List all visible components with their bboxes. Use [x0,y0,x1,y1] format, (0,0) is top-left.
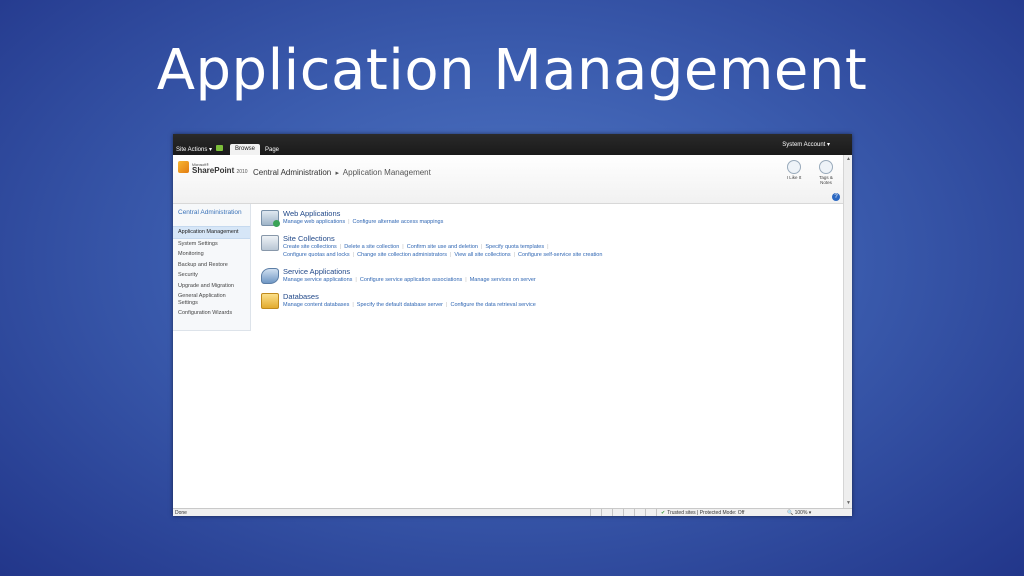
nav-upgrade-and-migration[interactable]: Upgrade and Migration [173,281,250,292]
link-divider: | [355,277,357,283]
section-web-applications: Web Applications Manage web applications… [259,208,839,233]
main-content: Web Applications Manage web applications… [259,208,839,316]
section-links: Manage service applications | Configure se… [283,276,536,284]
security-zone[interactable]: ✔ Trusted sites | Protected Mode: Off [661,510,744,516]
quick-launch: Central Administration Application Manag… [173,204,251,331]
link-create-site-collections[interactable]: Create site collections [283,244,337,250]
page-header: Microsoft® SharePoint 2010 Central Admin… [173,155,843,204]
link-divider: | [449,252,452,258]
section-title[interactable]: Web Applications [283,209,340,218]
nav-configuration-wizards[interactable]: Configuration Wizards [173,308,250,319]
section-databases: Databases Manage content databases | Speci… [259,291,839,316]
zoom-level: 100% [794,510,808,516]
logo-version: 2010 [236,169,248,175]
logo-product-name: SharePoint [192,166,235,175]
security-zone-label: Trusted sites | Protected Mode: Off [667,510,745,516]
nav-security[interactable]: Security [173,270,250,281]
slide-title: Application Management [156,38,868,103]
section-links: Manage content databases | Specify the def… [283,301,536,309]
section-title[interactable]: Site Collections [283,234,335,243]
tag-icon [819,160,833,174]
link-divider: | [446,302,448,308]
link-configure-self-service-site-creation[interactable]: Configure self-service site creation [518,252,602,258]
tags-notes-label: Tags & Notes [819,175,833,185]
link-manage-service-applications[interactable]: Manage service applications [283,277,352,283]
link-divider: | [513,252,516,258]
link-divider: | [352,302,354,308]
link-divider: | [480,244,483,250]
link-view-all-site-collections[interactable]: View all site collections [454,252,510,258]
vertical-scrollbar[interactable]: ▲ ▼ [843,155,852,508]
link-divider: | [465,277,467,283]
thumbs-up-icon [787,160,801,174]
breadcrumb-root[interactable]: Central Administration [253,168,331,177]
nav-application-management[interactable]: Application Management [173,226,250,239]
ribbon-bar: Site Actions ▾ Browse Page System Accoun… [173,134,852,155]
link-configure-service-application-associations[interactable]: Configure service application associatio… [360,277,462,283]
link-divider: | [339,244,342,250]
link-configure-quotas-and-locks[interactable]: Configure quotas and locks [283,252,350,258]
section-title[interactable]: Service Applications [283,267,350,276]
browser-status-bar: Done ✔ Trusted sites | Protected Mode: Of… [173,508,852,516]
link-specify-quota-templates[interactable]: Specify quota templates [485,244,544,250]
link-divider: | [547,244,549,250]
status-panes [590,509,667,516]
tab-browse[interactable]: Browse [230,144,261,155]
nav-monitoring[interactable]: Monitoring [173,249,250,260]
nav-backup-and-restore[interactable]: Backup and Restore [173,260,250,271]
i-like-it-button[interactable]: I Like It [782,160,806,180]
account-menu[interactable]: System Account ▾ [782,141,830,148]
link-manage-content-databases[interactable]: Manage content databases [283,302,349,308]
link-change-site-collection-administrators[interactable]: Change site collection administrators [357,252,447,258]
sharepoint-logo-icon [178,161,189,173]
link-divider: | [348,219,350,225]
section-service-applications: Service Applications Manage service appl… [259,266,839,291]
scroll-down-arrow-icon[interactable]: ▼ [845,500,852,507]
navigate-up-icon[interactable] [216,145,223,151]
zoom-control[interactable]: 🔍 100% ▾ [787,510,811,516]
site-collections-icon [261,235,279,251]
web-applications-icon [261,210,280,227]
breadcrumb-current: Application Management [342,168,431,177]
i-like-it-label: I Like It [786,175,802,180]
link-specify-default-database-server[interactable]: Specify the default database server [357,302,443,308]
nav-general-application-settings[interactable]: General Application Settings [173,291,250,308]
site-actions-menu[interactable]: Site Actions ▾ [176,146,212,153]
link-confirm-site-use[interactable]: Confirm site use and deletion [407,244,478,250]
link-divider: | [402,244,404,250]
breadcrumb: Central Administration ▸ Application Man… [253,168,431,177]
breadcrumb-separator: ▸ [335,170,340,177]
tags-notes-button[interactable]: Tags & Notes [814,160,838,185]
help-icon[interactable]: ? [832,193,840,201]
quick-launch-heading[interactable]: Central Administration [178,209,248,216]
quick-launch-list: Application Management System Settings M… [173,226,250,319]
link-divider: | [352,252,355,258]
sharepoint-window: Site Actions ▾ Browse Page System Accoun… [173,134,852,516]
link-configure-data-retrieval-service[interactable]: Configure the data retrieval service [450,302,535,308]
link-manage-services-on-server[interactable]: Manage services on server [470,277,536,283]
databases-icon [261,293,279,309]
section-links: Manage web applications | Configure altern… [283,218,443,226]
section-title[interactable]: Databases [283,292,319,301]
logo-product: SharePoint 2010 [192,166,248,175]
section-links: Create site collections | Delete a site co… [283,243,602,259]
link-manage-web-applications[interactable]: Manage web applications [283,219,345,225]
link-configure-alternate-access-mappings[interactable]: Configure alternate access mappings [353,219,444,225]
scroll-up-arrow-icon[interactable]: ▲ [845,156,852,163]
checkmark-icon: ✔ [661,510,666,516]
service-applications-icon [261,268,279,284]
status-text: Done [175,510,187,516]
nav-system-settings[interactable]: System Settings [173,239,250,250]
link-delete-site-collection[interactable]: Delete a site collection [344,244,399,250]
section-site-collections: Site Collections Create site collections… [259,233,839,266]
